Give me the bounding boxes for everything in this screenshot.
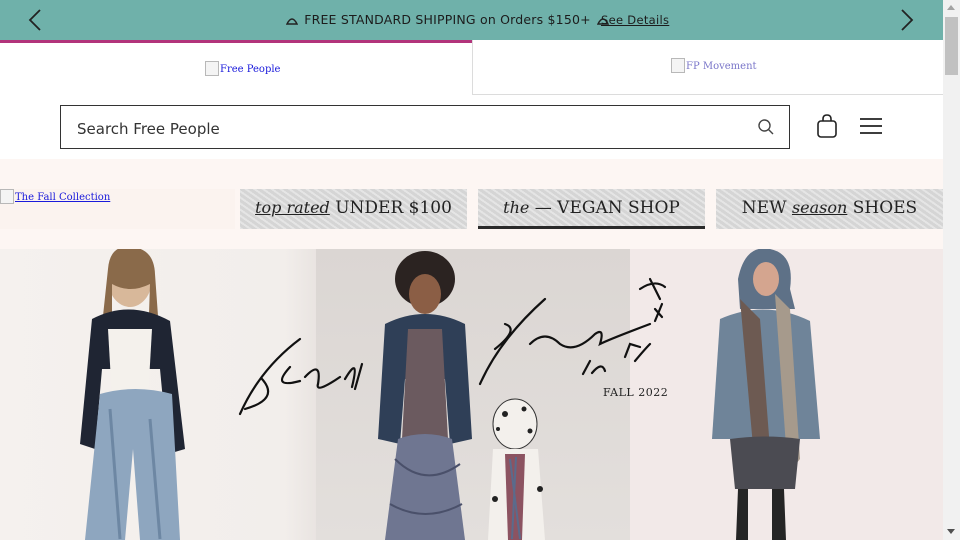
tile-shoes-label: NEW season SHOES xyxy=(716,198,943,218)
page-scrollbar[interactable] xyxy=(943,0,960,540)
promo-bar: FREE STANDARD SHIPPING on Orders $150+ S… xyxy=(0,0,943,40)
tile-italic: the xyxy=(503,198,530,217)
shopping-bag-icon[interactable] xyxy=(816,114,838,138)
season-label: FALL 2022 xyxy=(603,386,669,399)
tile-top-rated-under-100[interactable]: top rated UNDER $100 xyxy=(240,189,467,229)
hero-illustration xyxy=(80,249,820,540)
scrollbar-thumb[interactable] xyxy=(945,17,958,75)
hero-banner[interactable]: FALL 2022 xyxy=(0,249,943,540)
promo-message: FREE STANDARD SHIPPING on Orders $150+ xyxy=(284,12,611,27)
fall-collection-link[interactable]: The Fall Collection xyxy=(0,189,110,204)
tile-vegan-label: the — VEGAN SHOP xyxy=(478,198,705,218)
brand-tabs: Free People FP Movement xyxy=(0,40,943,95)
promo-prev-button[interactable] xyxy=(24,8,48,32)
search-box xyxy=(60,105,790,149)
broken-image-icon xyxy=(0,189,14,204)
free-people-logo[interactable]: Free People xyxy=(205,61,280,76)
broken-image-icon xyxy=(671,58,685,73)
search-icon[interactable] xyxy=(757,118,775,136)
tile-text-pre: NEW xyxy=(741,198,787,218)
tile-text: VEGAN SHOP xyxy=(557,198,680,218)
tile-text: UNDER $100 xyxy=(335,198,452,218)
promo-message-text: FREE STANDARD SHIPPING on Orders $150+ xyxy=(304,12,591,27)
tile-fall-collection[interactable]: The Fall Collection xyxy=(0,189,235,229)
tile-italic: top rated xyxy=(255,198,330,217)
tab-fp-movement[interactable]: FP Movement xyxy=(472,40,943,95)
tile-italic: season xyxy=(791,198,848,217)
fall-collection-alt: The Fall Collection xyxy=(15,192,111,203)
promo-next-button[interactable] xyxy=(894,8,918,32)
fp-movement-logo-alt: FP Movement xyxy=(686,61,757,72)
search-input[interactable] xyxy=(75,116,729,142)
umbrella-icon xyxy=(286,18,298,25)
tile-top-rated-label: top rated UNDER $100 xyxy=(240,198,467,218)
tab-free-people[interactable]: Free People xyxy=(0,40,472,95)
model-right xyxy=(712,249,820,540)
see-details-link[interactable]: See Details xyxy=(601,13,669,27)
header-search-row xyxy=(0,95,943,159)
dalmatian-dog xyxy=(488,398,545,540)
free-people-logo-alt: Free People xyxy=(220,64,281,75)
page: FREE STANDARD SHIPPING on Orders $150+ S… xyxy=(0,0,943,540)
model-left xyxy=(80,249,185,540)
hamburger-menu-icon[interactable] xyxy=(860,117,882,135)
scroll-down-arrow-icon[interactable] xyxy=(947,529,955,534)
promo-tiles: The Fall Collection top rated UNDER $100… xyxy=(0,159,943,249)
chevron-right-icon xyxy=(901,9,914,31)
tile-dash: — xyxy=(534,198,552,218)
broken-image-icon xyxy=(205,61,219,76)
model-center xyxy=(378,251,472,540)
tile-vegan-shop[interactable]: the — VEGAN SHOP xyxy=(478,189,705,229)
scroll-up-arrow-icon[interactable] xyxy=(947,5,955,10)
tile-text: SHOES xyxy=(852,198,918,218)
chevron-left-icon xyxy=(28,9,41,31)
tile-image-strip xyxy=(478,226,705,229)
fp-movement-logo[interactable]: FP Movement xyxy=(671,58,757,73)
tile-new-season-shoes[interactable]: NEW season SHOES xyxy=(716,189,943,229)
